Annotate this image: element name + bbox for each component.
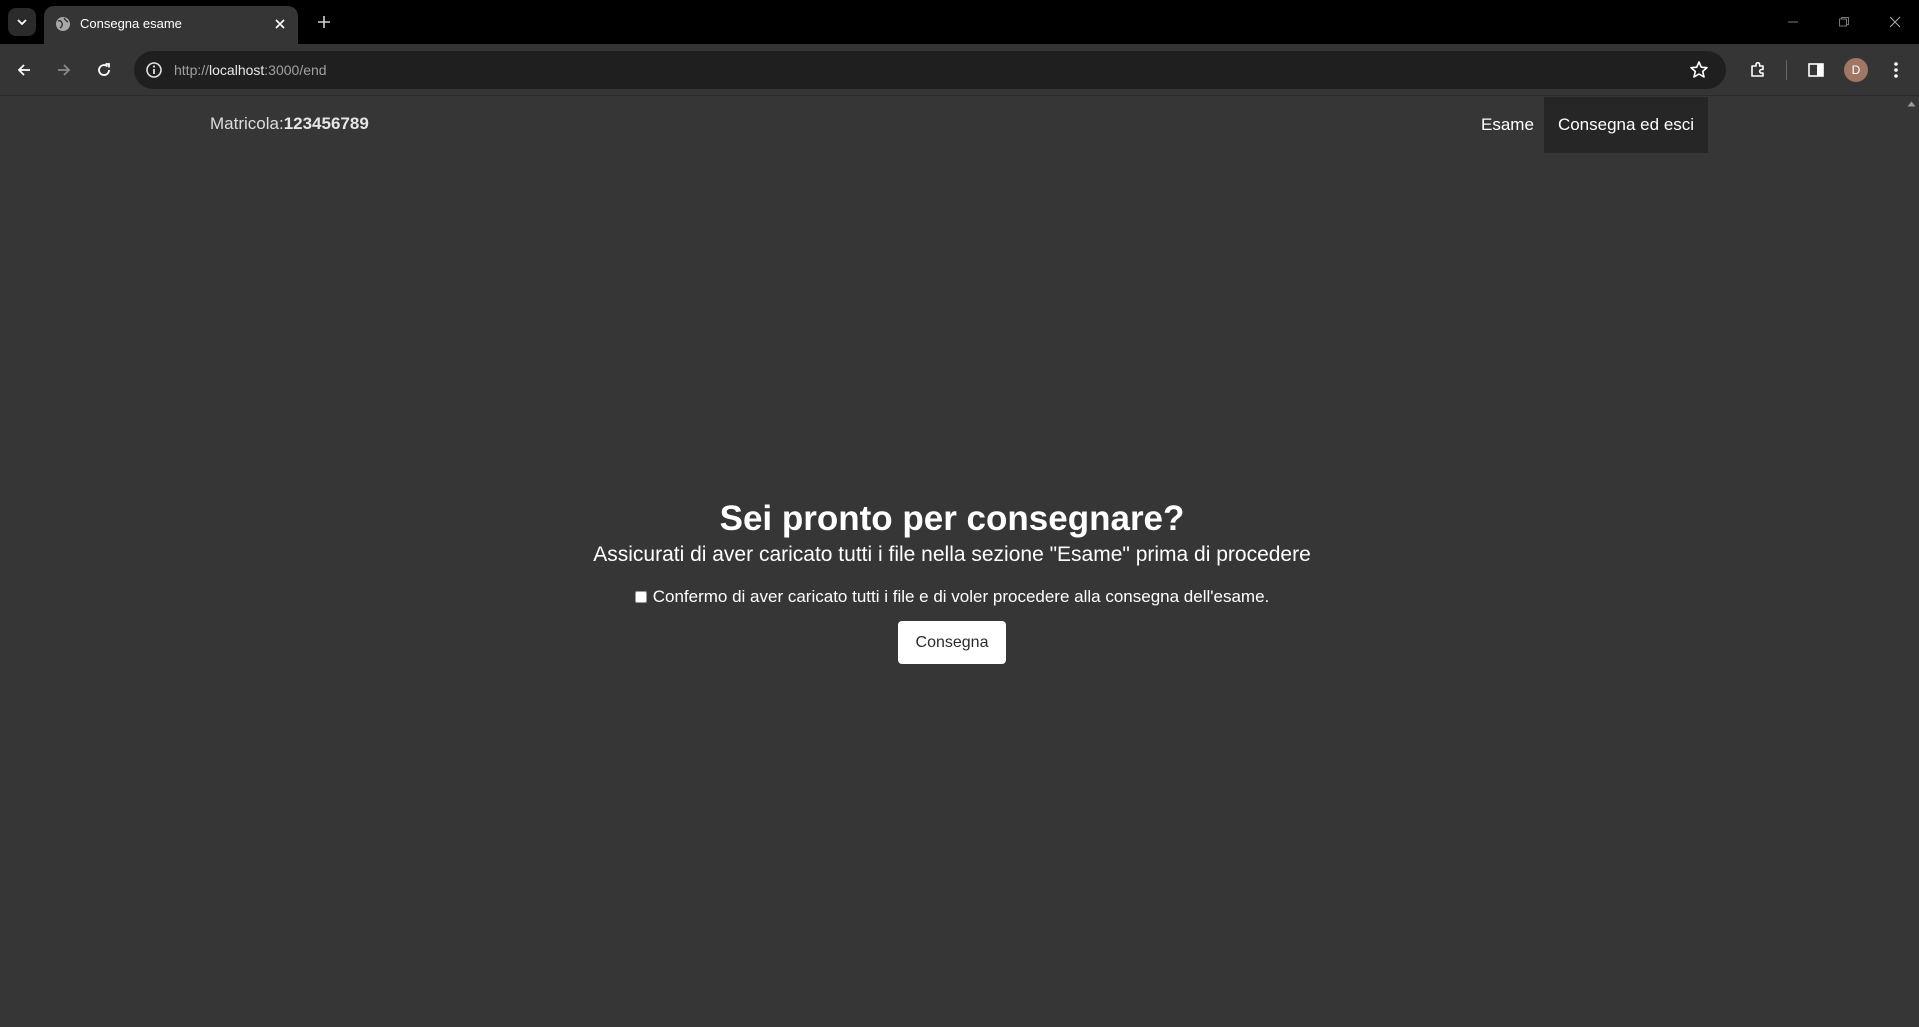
- confirm-label: Confermo di aver caricato tutti i file e…: [652, 587, 1270, 606]
- submit-button[interactable]: Consegna: [897, 621, 1007, 664]
- url-scheme: http://: [174, 62, 210, 78]
- toolbar-divider: [1786, 60, 1787, 80]
- url-host: localhost: [209, 62, 265, 78]
- side-panel-icon: [1808, 63, 1824, 77]
- submit-panel: Sei pronto per consegnare? Assicurati di…: [0, 497, 1904, 664]
- back-button[interactable]: [8, 54, 40, 86]
- close-icon: [1889, 16, 1901, 28]
- avatar[interactable]: D: [1844, 58, 1868, 82]
- address-bar[interactable]: http://localhost:3000/end: [134, 51, 1726, 89]
- extensions-button[interactable]: [1742, 54, 1774, 86]
- side-panel-button[interactable]: [1800, 54, 1832, 86]
- reload-button[interactable]: [88, 54, 120, 86]
- browser-tab-strip: Consegna esame: [0, 0, 1919, 44]
- reload-icon: [98, 63, 110, 76]
- top-navbar: Matricola:123456789 Esame Consegna ed es…: [0, 97, 1904, 153]
- nav-link-esame[interactable]: Esame: [1468, 97, 1547, 153]
- tab-title: Consegna esame: [80, 16, 182, 31]
- arrow-left-icon: [17, 64, 30, 76]
- page-title: Sei pronto per consegnare?: [719, 499, 1185, 538]
- page-scrollbar[interactable]: [1904, 97, 1919, 1027]
- close-window-button[interactable]: [1880, 8, 1910, 36]
- forward-button[interactable]: [48, 54, 80, 86]
- puzzle-icon: [1751, 61, 1764, 77]
- nav-link-consegna-ed-esci[interactable]: Consegna ed esci: [1544, 97, 1708, 153]
- url-path: :3000/end: [264, 62, 327, 78]
- info-icon[interactable]: [144, 60, 164, 80]
- student-id-label: Matricola:: [210, 114, 284, 133]
- globe-icon: [56, 17, 70, 31]
- browser-toolbar: http://localhost:3000/end D: [0, 44, 1919, 96]
- tab-close-button[interactable]: [270, 14, 290, 34]
- star-icon[interactable]: [1688, 59, 1710, 81]
- confirm-row[interactable]: Confermo di aver caricato tutti i file e…: [0, 587, 1904, 607]
- close-icon: [275, 19, 285, 29]
- triangle-up-icon[interactable]: [1907, 101, 1916, 107]
- page-viewport: Matricola:123456789 Esame Consegna ed es…: [0, 97, 1919, 1027]
- chevron-down-icon: [17, 19, 27, 26]
- confirm-checkbox[interactable]: [634, 591, 647, 603]
- browser-tab-active[interactable]: Consegna esame: [44, 6, 298, 44]
- arrow-right-icon: [58, 64, 71, 76]
- student-id: Matricola:123456789: [210, 114, 369, 134]
- tab-search-button[interactable]: [8, 8, 36, 36]
- url-text[interactable]: http://localhost:3000/end: [174, 62, 327, 78]
- restore-button[interactable]: [1829, 8, 1859, 36]
- new-tab-button[interactable]: [312, 10, 336, 34]
- minimize-icon: [1788, 21, 1798, 23]
- browser-menu-button[interactable]: [1880, 54, 1912, 86]
- restore-icon: [1839, 17, 1849, 27]
- minimize-button[interactable]: [1778, 8, 1808, 36]
- plus-icon: [318, 16, 330, 28]
- student-id-value: 123456789: [283, 114, 369, 133]
- page-subtitle: Assicurati di aver caricato tutti i file…: [593, 543, 1311, 566]
- kebab-menu-icon: [1894, 62, 1898, 78]
